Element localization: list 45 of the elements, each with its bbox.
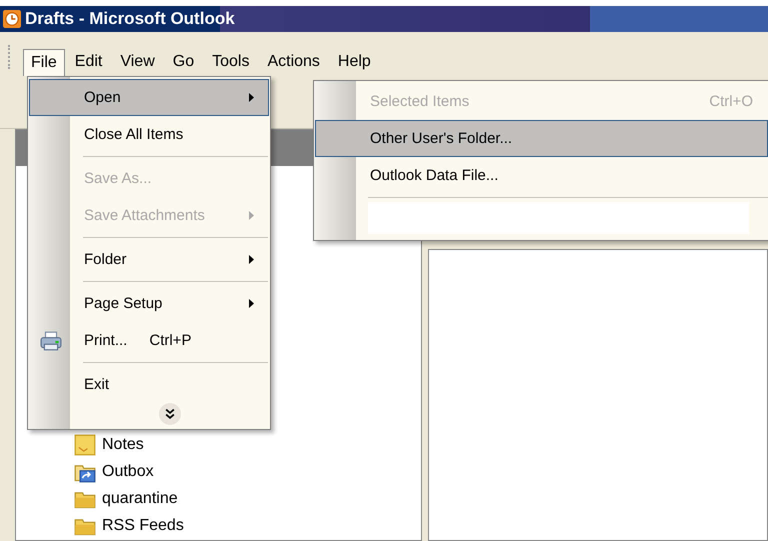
expand-chevron-icon[interactable] [159, 403, 181, 425]
shortcut-text: Ctrl+O [709, 93, 753, 110]
menu-item[interactable]: Outlook Data File... [315, 157, 768, 194]
menu-item-label: Print... [84, 332, 128, 349]
submenu-arrow-icon [249, 299, 254, 308]
menu-bar-item[interactable]: Actions [259, 48, 328, 76]
folder-tree-node[interactable]: Notes [74, 431, 421, 458]
folder-tree-node[interactable]: quarantine [74, 485, 421, 512]
window-title: Drafts - Microsoft Outlook [25, 9, 235, 29]
note-icon [74, 434, 96, 456]
menu-bar-item[interactable]: Edit [66, 48, 110, 76]
menu-item[interactable]: Exit [29, 359, 269, 403]
menu-bar-item[interactable]: View [112, 48, 163, 76]
menu-item[interactable]: Other User's Folder... [315, 120, 768, 157]
menu-item-label: Save Attachments [84, 207, 205, 224]
menu-bar-item[interactable]: Go [164, 48, 202, 76]
menu-item-label: Save As... [84, 170, 152, 187]
folder-name: quarantine [102, 490, 178, 508]
submenu-arrow-icon [249, 255, 254, 264]
menu-item-label: Outlook Data File... [370, 167, 498, 184]
menu-item[interactable]: Close All Items [29, 116, 269, 153]
menu-item-label: Exit [84, 376, 110, 393]
folder-tree-node[interactable]: Outbox [74, 458, 421, 485]
folder-name: Outbox [102, 462, 154, 480]
menu-item-label: Page Setup [84, 295, 162, 312]
menu-item[interactable]: Folder [29, 234, 269, 278]
menu-item-label: Open [84, 89, 121, 106]
folder-name: RSS Feeds [102, 516, 184, 534]
menu-item[interactable]: Open [29, 79, 269, 116]
menu-item-label: Selected Items [370, 93, 470, 110]
submenu-arrow-icon [249, 211, 254, 220]
menu-bar-item[interactable]: File [23, 49, 65, 76]
folder-name: Notes [102, 436, 144, 454]
menu-item-label: Close All Items [84, 126, 184, 143]
folder-tree-node[interactable]: RSS Feeds [74, 512, 421, 539]
menu-item[interactable]: Print... Ctrl+P [29, 322, 269, 359]
menu-item[interactable]: Page Setup [29, 278, 269, 322]
printer-icon [40, 330, 62, 350]
menu-bar-item[interactable]: Help [330, 48, 379, 76]
shortcut-text: Ctrl+P [149, 332, 192, 349]
menu-item-label: Folder [84, 251, 127, 268]
submenu-arrow-icon [249, 93, 254, 102]
menu-item-label: Other User's Folder... [370, 130, 512, 147]
menu-bar-item[interactable]: Tools [204, 48, 258, 76]
clock-icon [3, 10, 21, 28]
